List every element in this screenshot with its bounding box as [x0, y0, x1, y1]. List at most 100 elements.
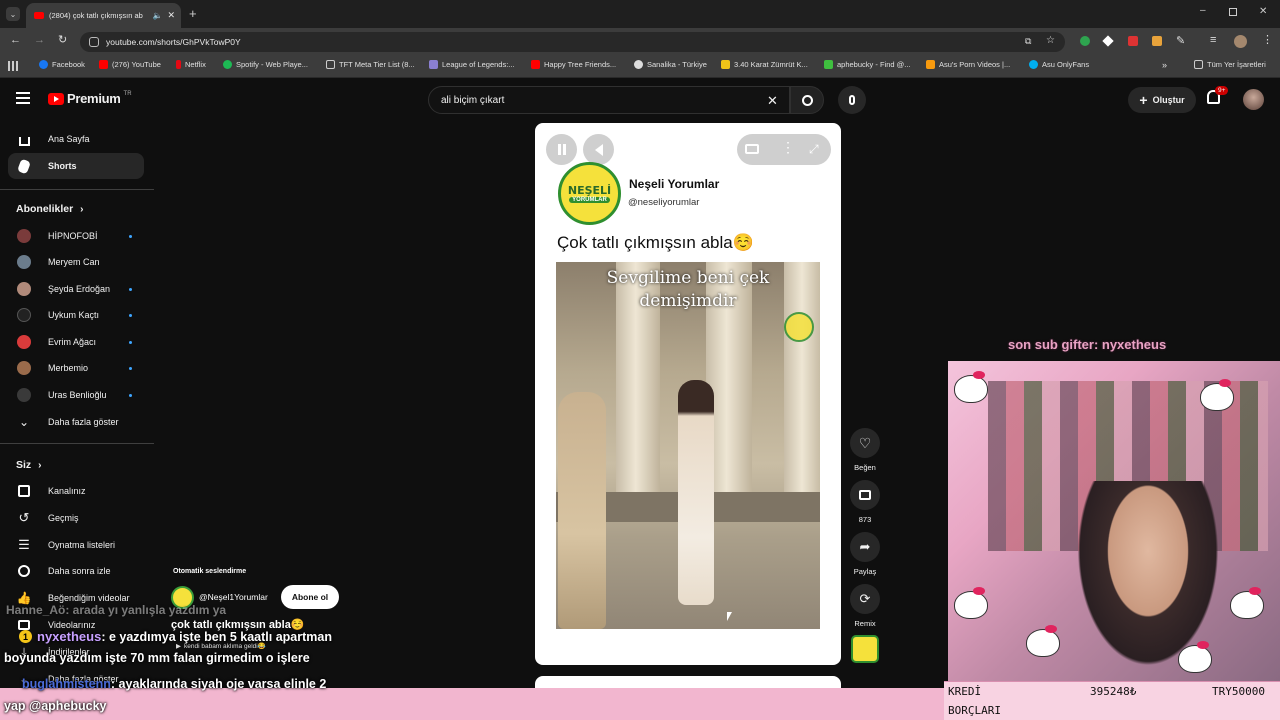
webcam-overlay	[948, 361, 1280, 681]
remix-button[interactable]: ⟳	[850, 584, 880, 614]
url-text: youtube.com/shorts/GhPVkTowP0Y	[106, 37, 241, 47]
extension-shield-icon[interactable]	[1080, 36, 1090, 46]
browser-menu-icon[interactable]: ⋮	[1262, 33, 1273, 46]
logo-badge: TR	[123, 91, 132, 97]
sidebar-item-watch-later[interactable]: Daha sonra izle	[8, 558, 144, 584]
search-input[interactable]: ali biçim çıkart ✕	[428, 86, 790, 114]
channel-avatar	[17, 388, 31, 402]
bookmark-tft[interactable]: TFT Meta Tier List (8...	[326, 60, 415, 69]
logo-text-top: NEŞELİ	[567, 184, 612, 197]
notifications-button[interactable]: 9+	[1207, 86, 1229, 104]
more-options-icon[interactable]: ⋮	[781, 139, 795, 156]
short-video-card[interactable]: ⋮ ⤢ NEŞELİ YORUMLAR Neşeli Yorumlar @nes…	[535, 123, 841, 665]
bookmark-zumrut[interactable]: 3.40 Karat Zümrüt K...	[721, 60, 808, 69]
history-icon: ↺	[18, 510, 30, 525]
clear-search-icon[interactable]: ✕	[767, 93, 778, 109]
sound-thumbnail[interactable]	[851, 635, 879, 663]
site-info-icon[interactable]	[89, 37, 99, 47]
tab-title: (2804) çok tatlı çıkmışsın ab	[49, 11, 143, 20]
sidebar-sub-seyda-erdogan[interactable]: Şeyda Erdoğan	[8, 276, 144, 302]
hello-kitty-sticker	[954, 587, 988, 619]
bookmark-spotify[interactable]: Spotify - Web Playe...	[223, 60, 308, 69]
fullscreen-icon[interactable]: ⤢	[809, 142, 819, 157]
extension-red-icon[interactable]	[1128, 36, 1138, 46]
like-button[interactable]: ♡	[850, 428, 880, 458]
close-tab-icon[interactable]: ✕	[167, 10, 181, 21]
new-content-dot	[129, 313, 132, 317]
bookmark-netflix[interactable]: Netflix	[176, 60, 206, 69]
youtube-logo[interactable]: Premium TR	[48, 91, 132, 106]
bookmark-star-icon[interactable]: ☆	[1046, 35, 1055, 46]
apps-grid-icon[interactable]	[8, 61, 18, 71]
extension-puzzle-icon[interactable]: ✎	[1176, 34, 1185, 47]
sidebar-sub-hipnofobi[interactable]: HİPNOFOBİ	[8, 223, 144, 249]
sidebar-item-history[interactable]: ↺ Geçmiş	[8, 505, 144, 531]
maximize-icon[interactable]	[1229, 8, 1237, 16]
minimize-icon[interactable]: –	[1200, 5, 1206, 16]
media-queue-icon[interactable]: ≡	[1210, 34, 1216, 46]
bookmark-youtube[interactable]: (276) YouTube	[99, 60, 161, 69]
voice-search-button[interactable]	[838, 86, 866, 114]
volume-button[interactable]	[583, 134, 614, 165]
subscribe-button[interactable]: Abone ol	[281, 585, 339, 609]
reload-icon[interactable]: ↻	[58, 33, 67, 46]
bookmark-htf[interactable]: Happy Tree Friends...	[531, 60, 616, 69]
install-icon[interactable]: ⧉	[1025, 36, 1031, 47]
extension-orange-icon[interactable]	[1152, 36, 1162, 46]
onlyfans-icon	[1029, 60, 1038, 69]
debt-label-line-1: KREDİ	[948, 685, 982, 698]
back-icon[interactable]: ←	[10, 34, 21, 46]
sidebar-show-more-subs[interactable]: ⌄ Daha fazla göster	[8, 409, 144, 435]
logo-text: Premium	[67, 91, 121, 106]
captions-icon[interactable]	[745, 144, 759, 154]
more-bookmarks-icon[interactable]: »	[1162, 60, 1167, 70]
channel-handle[interactable]: @neseliyorumlar	[628, 197, 699, 208]
bookmark-aphebucky[interactable]: aphebucky - Find @...	[824, 60, 910, 69]
create-button[interactable]: + Oluştur	[1128, 87, 1196, 113]
close-window-icon[interactable]: ✕	[1259, 6, 1267, 17]
sidebar-item-playlists[interactable]: ☰ Oynatma listeleri	[8, 532, 144, 558]
youtube-icon	[531, 60, 540, 69]
speaker-icon[interactable]: 🔈	[152, 11, 162, 20]
share-button[interactable]: ➦	[850, 532, 880, 562]
search-button[interactable]	[790, 86, 824, 114]
short-video-frame[interactable]: Sevgilime beni çek demişimdir	[556, 262, 820, 629]
bookmark-asu-onlyfans[interactable]: Asu OnlyFans	[1029, 60, 1089, 69]
ph-icon	[926, 60, 935, 69]
browser-tab-active[interactable]: (2804) çok tatlı çıkmışsın ab 🔈 ✕	[26, 3, 181, 28]
comments-button[interactable]	[850, 480, 880, 510]
subscriptions-header[interactable]: Abonelikler ›	[16, 203, 83, 215]
remix-label: Remix	[854, 619, 876, 628]
forward-icon[interactable]: →	[34, 34, 45, 46]
all-bookmarks[interactable]: Tüm Yer İşaretleri	[1194, 60, 1266, 69]
sidebar-sub-meryem-can[interactable]: Meryem Can	[8, 249, 144, 275]
new-tab-icon[interactable]: +	[189, 6, 197, 21]
address-input[interactable]: youtube.com/shorts/GhPVkTowP0Y ⧉ ☆	[80, 32, 1065, 52]
bookmark-league[interactable]: League of Legends:...	[429, 60, 515, 69]
channel-avatar	[17, 308, 31, 322]
pause-button[interactable]	[546, 134, 577, 165]
tab-list-icon[interactable]: ⌄	[6, 7, 20, 21]
bookmark-asu-porn[interactable]: Asu's Porn Videos |...	[926, 60, 1010, 69]
extension-diamond-icon[interactable]	[1102, 35, 1114, 47]
channel-logo[interactable]: NEŞELİ YORUMLAR	[558, 162, 621, 225]
sidebar-item-your-channel[interactable]: Kanalınız	[8, 478, 144, 504]
account-avatar[interactable]	[1243, 89, 1264, 110]
sidebar-sub-uras-benlioglu[interactable]: Uras Benlioğlu	[8, 382, 144, 408]
sidebar-sub-merbemio[interactable]: Merbemio	[8, 355, 144, 381]
hamburger-menu-icon[interactable]	[16, 92, 30, 104]
mouse-cursor-icon	[727, 612, 732, 621]
autodub-channel-name[interactable]: @Neşel1Yorumlar	[199, 592, 268, 602]
sidebar-item-home[interactable]: Ana Sayfa	[8, 126, 144, 152]
bookmark-facebook[interactable]: Facebook	[39, 60, 85, 69]
you-header[interactable]: Siz ›	[16, 459, 41, 471]
search-icon	[801, 94, 813, 106]
sidebar-item-shorts[interactable]: Shorts	[8, 153, 144, 179]
channel-name[interactable]: Neşeli Yorumlar	[629, 177, 719, 191]
chat-text: boyunda yazdım işte 70 mm falan girmedim…	[4, 651, 310, 665]
sidebar-sub-uykum-kacti[interactable]: Uykum Kaçtı	[8, 302, 144, 328]
bookmark-sanalika[interactable]: Sanalika - Türkiye	[634, 60, 707, 69]
channel-avatar	[17, 282, 31, 296]
sidebar-sub-evrim-agaci[interactable]: Evrim Ağacı	[8, 329, 144, 355]
profile-avatar[interactable]	[1234, 35, 1247, 48]
